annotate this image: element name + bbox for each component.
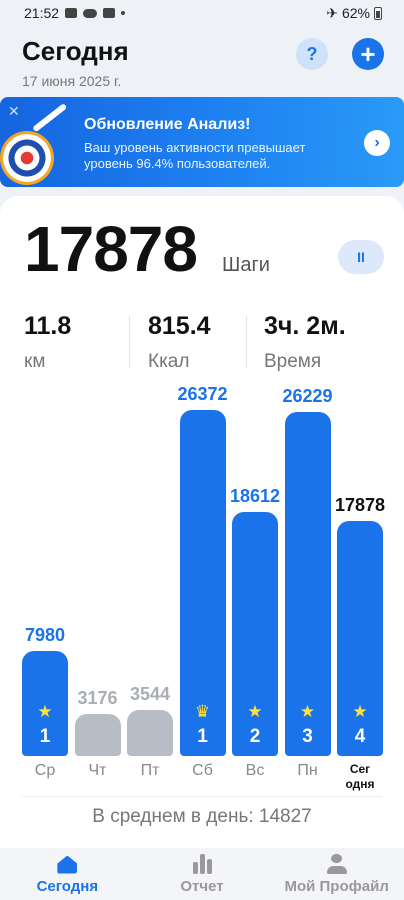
- cloud-icon: [83, 8, 98, 18]
- calendar-icon: [103, 8, 116, 18]
- battery-icon: [374, 6, 382, 20]
- add-button[interactable]: +: [352, 38, 384, 70]
- help-button[interactable]: ?: [296, 38, 328, 70]
- header: Сегодня 17 июня 2025 г. ? +: [22, 36, 384, 96]
- status-time: 21:52: [24, 5, 60, 21]
- star-icon: ★: [352, 702, 368, 721]
- gallery-icon: [65, 8, 78, 18]
- day-label: Ср: [34, 762, 56, 779]
- star-icon: ★: [37, 702, 53, 721]
- steps-card: 17878 Шаги II 11.8 км 815.4 Ккал 3ч. 2м.…: [0, 196, 404, 848]
- daily-average: В среднем в день: 14827: [92, 806, 312, 827]
- bar-rank: 2: [249, 726, 261, 747]
- close-icon[interactable]: ✕: [8, 103, 20, 120]
- day-label: Сб: [192, 762, 213, 779]
- bar-value-label: 3544: [129, 684, 171, 704]
- star-icon: ★: [299, 702, 316, 721]
- notification-dot-icon: [121, 11, 126, 15]
- bar-value-label: 3176: [77, 688, 118, 708]
- banner-title: Обновление Анализ!: [84, 116, 251, 133]
- bar-rank: 4: [354, 726, 366, 747]
- chevron-right-icon[interactable]: ›: [364, 130, 390, 156]
- bar-value-label: 26372: [177, 384, 228, 404]
- day-label: Сег одня: [345, 762, 375, 791]
- crown-icon: ♛: [194, 702, 211, 721]
- profile-icon: [326, 853, 347, 874]
- bar-value-label: 26229: [282, 386, 333, 406]
- target-icon: [0, 131, 54, 185]
- bar[interactable]: [127, 710, 173, 756]
- day-label: Вс: [245, 762, 265, 779]
- banner-text: Ваш уровень активности превышает уровень…: [84, 140, 306, 171]
- bar[interactable]: [74, 714, 121, 756]
- nav-profile-label: Мой Профайл: [284, 877, 389, 895]
- star-icon: ★: [247, 702, 263, 721]
- day-label: Пн: [297, 762, 318, 779]
- nav-today[interactable]: Сегодня: [0, 848, 135, 900]
- status-bar: 21:52 ✈ 62%: [0, 0, 404, 26]
- bar-rank: 1: [197, 726, 208, 747]
- bar-value-label: 17878: [334, 495, 386, 515]
- nav-report[interactable]: Отчет: [135, 848, 270, 900]
- plus-icon: +: [360, 39, 376, 69]
- page-date: 17 июня 2025 г.: [22, 73, 122, 89]
- bottom-nav: Сегодня Отчет Мой Профайл: [0, 848, 404, 900]
- banner-arrow-glyph: ›: [374, 134, 380, 151]
- bar-value-label: 7980: [24, 625, 66, 645]
- day-label: Чт: [88, 762, 107, 779]
- home-icon: [57, 855, 78, 874]
- bar-rank: 1: [39, 726, 51, 747]
- nav-report-label: Отчет: [180, 877, 224, 895]
- bar-value-label: 18612: [229, 486, 281, 506]
- page-title: Сегодня: [22, 36, 129, 66]
- divider: [22, 796, 382, 797]
- nav-today-label: Сегодня: [36, 877, 99, 895]
- airplane-icon: ✈: [326, 4, 338, 21]
- chart-icon: [192, 853, 212, 874]
- analysis-banner[interactable]: ✕ Обновление Анализ! Ваш уровень активно…: [0, 97, 404, 187]
- bar-rank: 3: [302, 726, 313, 747]
- nav-profile[interactable]: Мой Профайл: [269, 848, 404, 900]
- weekly-steps-chart: 7980 ★ 1 Ср 3176 Чт 3544 Пт 26372 ♛ 1 Сб 18612 ★ 2 Вс 26…: [0, 196, 404, 848]
- dart-icon: [32, 103, 68, 133]
- day-label: Пт: [140, 762, 160, 779]
- battery-level: 62%: [341, 5, 370, 21]
- help-icon: ?: [306, 43, 318, 64]
